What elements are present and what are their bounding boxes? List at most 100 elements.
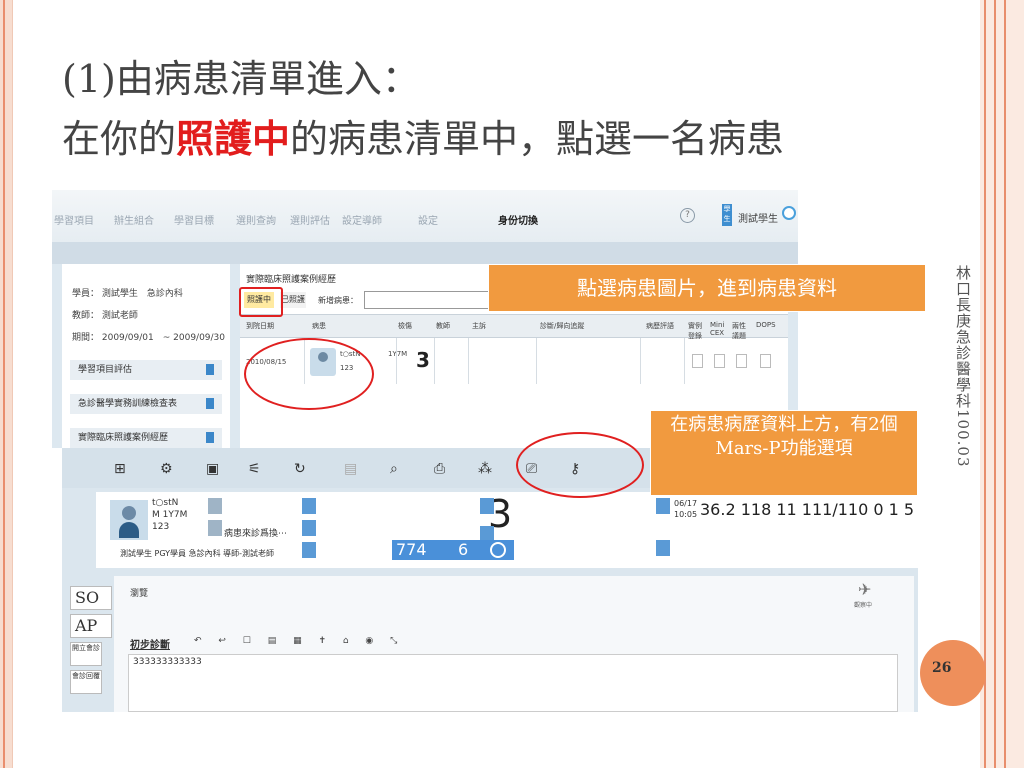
slide-border-left [0,0,13,768]
tag [208,520,222,536]
panel-title: 實際臨床照護案例經歷 [246,275,337,285]
diagnosis-toolbar[interactable]: ↶ ↩ ☐ ▤ ▦ ✝ ⌂ ◉ ⤡ [194,636,397,646]
clock-icon[interactable] [490,542,506,558]
title-post: 的病患清單中，點選一名病患 [290,117,785,161]
col-divider [434,338,435,384]
staff-line: 測試學生 PGY學員 急診內科 導師-測試老師 [120,549,275,558]
tag [480,498,494,514]
header-stripe [52,242,798,264]
nav-item[interactable]: 學習目標 [174,212,214,227]
patient-info-band: t○stN M 1Y7M 123 病患來診爲換⋯ 測試學生 PGY學員 急診內科… [96,492,918,568]
magnify-icon[interactable]: ⌕ [390,461,398,477]
nav-item[interactable]: 學習項目 [54,212,94,227]
chart-icon[interactable]: ⚟ [248,461,261,477]
nav-item[interactable]: 辦生組合 [114,212,154,227]
tag [656,498,670,514]
network-icon[interactable]: ⁂ [478,461,492,477]
tab-cared[interactable]: 已照護 [280,292,306,308]
row-patient-age: 1Y7M [388,350,408,358]
print-icon[interactable]: ⎙ [434,461,445,477]
col-divider [640,338,641,384]
refresh-icon[interactable]: ↻ [294,461,306,477]
col-divider [684,338,685,384]
vital-number: 6 [458,540,469,559]
tab-consult-order[interactable]: 開立會診 [70,642,102,666]
slide-border-right [980,0,1024,768]
patient-avatar[interactable] [110,500,148,540]
title-highlight: 照護中 [176,116,291,161]
patient-note: 病患來診爲換⋯ [224,529,288,539]
col-divider [468,338,469,384]
diagnosis-text[interactable]: 333333333333 [128,654,898,712]
slide-title-line2: 在你的照護中的病患清單中，點選一名病患 [62,108,784,163]
page-number-badge [920,640,986,706]
col-divider [396,338,397,384]
highlight-under-care-tab [239,287,283,317]
callout-mars-p: 在病患病歷資料上方，有2個Mars-P功能選項 [650,410,918,496]
vitals-box: 774 6 [392,540,514,560]
row-triage-level: 3 [416,348,430,372]
slide-title-line1: (1)由病患清單進入： [62,57,420,101]
nav-item[interactable]: 設定導師 [342,212,382,227]
teacher-row: 教師： 測試老師 [72,311,138,321]
nav-item[interactable]: 設定 [418,212,438,227]
diagnosis-label[interactable]: 初步診斷 [130,636,170,651]
case-log-icon[interactable] [692,354,703,368]
highlight-patient-picture [244,338,374,410]
col-header[interactable]: DOPS [756,321,776,329]
table-header: 到院日期 病患 檢傷 教師 主訴 診斷/歸向追蹤 病歷評語 實例登錄 Mini … [240,314,788,340]
tag [656,540,670,556]
col-header[interactable]: 病患 [312,321,326,331]
patient-sex-age: M 1Y7M [152,510,188,520]
checklist-button[interactable]: 急診醫學實務訓練檢查表 [70,394,222,414]
side-flag-label: 觀察中 [854,602,873,609]
period-row: 期間： 2009/09/01 ~ 2009/09/30 [72,333,226,343]
col-header[interactable]: Mini CEX [710,321,728,337]
col-divider [536,338,537,384]
tag [302,520,316,536]
tag [302,542,316,558]
side-label: 林口長庚急診醫學科100.03 [954,265,972,468]
document-icon [206,398,214,409]
nav-item[interactable]: 選則查詢 [236,212,276,227]
highlight-mars-p-icons [516,432,644,498]
vital-number: 774 [396,540,427,559]
save-icon[interactable]: ▤ [344,461,357,477]
dops-icon[interactable] [760,354,771,368]
patient-id: 123 [152,522,170,532]
user-role-badge: 學生 [722,204,732,226]
case-history-button[interactable]: 實際臨床照護案例經歷 [70,428,222,448]
ap-content: 瀏覽 初步診斷 ↶ ↩ ☐ ▤ ▦ ✝ ⌂ ◉ ⤡ 333333333333 [114,576,914,712]
help-icon[interactable]: ? [680,208,695,223]
patient-name: t○stN [152,498,179,508]
search-doc-icon[interactable]: ▣ [206,461,219,477]
learning-eval-button[interactable]: 學習項目評估 [70,360,222,380]
gear-icon[interactable]: ⚙ [160,461,173,477]
new-patient-label: 新增病患： [318,296,358,305]
gender-issue-icon[interactable] [736,354,747,368]
nav-item[interactable]: 選則評估 [290,212,330,227]
flowchart-icon[interactable]: ⊞ [114,461,126,477]
learner-row: 學員： 測試學生 急診內科 [72,289,183,299]
user-menu-toggle[interactable] [782,206,796,220]
vital-values: 36.2 118 11 111/110 0 1 5 6 [700,500,918,519]
tag [302,498,316,514]
tab-ap[interactable]: AP [70,614,112,638]
col-header[interactable]: 檢傷 [398,321,412,331]
pin-icon[interactable]: ✈ [858,580,871,599]
document-icon [206,364,214,375]
col-header[interactable]: 診斷/歸向追蹤 [540,321,600,331]
document-icon [206,432,214,443]
top-nav: 學習項目 辦生組合 學習目標 選則查詢 選則評估 設定導師 設定 身份切換 ? … [52,190,798,243]
learner-panel: 學員： 測試學生 急診內科 教師： 測試老師 期間： 2009/09/01 ~ … [62,264,230,448]
mini-cex-icon[interactable] [714,354,725,368]
page-number: 26 [932,660,952,676]
tab-consult-reply[interactable]: 會診回覆 [70,670,102,694]
col-header[interactable]: 教師 [436,321,450,331]
col-header[interactable]: 主訴 [472,321,486,331]
overview-label[interactable]: 瀏覽 [130,586,148,599]
col-header[interactable]: 病歷評語 [646,321,674,331]
nav-item-identity-switch[interactable]: 身份切換 [498,212,538,227]
col-header[interactable]: 到院日期 [246,321,274,331]
tab-so[interactable]: SO [70,586,112,610]
